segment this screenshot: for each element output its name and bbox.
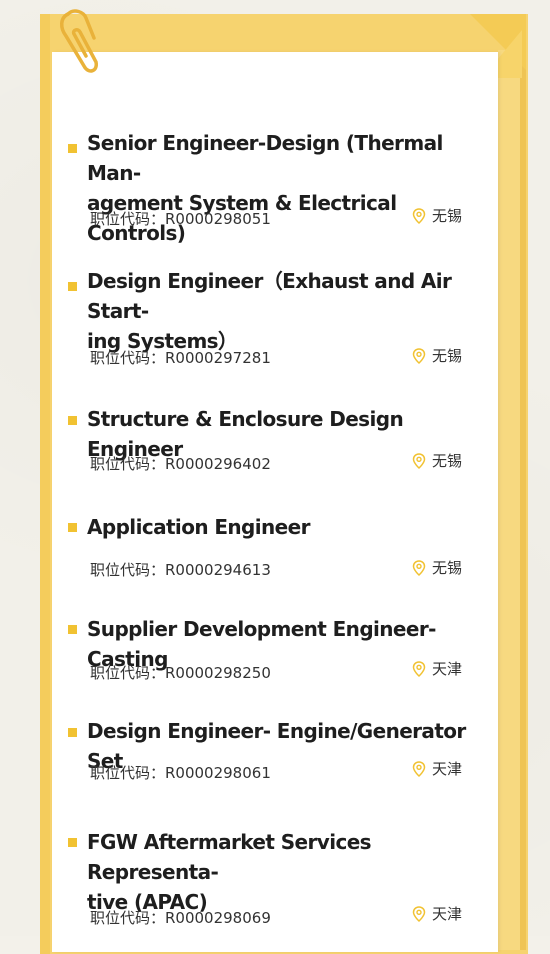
job-location: 无锡 bbox=[412, 345, 462, 366]
bullet-marker bbox=[68, 523, 77, 532]
location-pin-icon bbox=[412, 760, 426, 777]
job-location: 无锡 bbox=[412, 557, 462, 578]
job-location: 天津 bbox=[412, 658, 462, 679]
job-code: 职位代码：R0000298250 bbox=[90, 664, 271, 682]
job-title[interactable]: Senior Engineer-Design (Thermal Man- age… bbox=[87, 128, 482, 248]
bullet-marker bbox=[68, 838, 77, 847]
frame-left-edge bbox=[40, 14, 50, 954]
job-location: 天津 bbox=[412, 758, 462, 779]
job-location: 天津 bbox=[412, 903, 462, 924]
location-pin-icon bbox=[412, 660, 426, 677]
job-title-line: FGW Aftermarket Services Representa- bbox=[87, 830, 372, 884]
job-location-label: 天津 bbox=[432, 905, 463, 923]
location-pin-icon bbox=[412, 559, 426, 576]
location-pin-icon bbox=[412, 452, 426, 469]
job-location-label: 无锡 bbox=[432, 559, 463, 577]
job-location-label: 天津 bbox=[432, 760, 463, 778]
job-location: 无锡 bbox=[412, 450, 462, 471]
frame-right-shadow bbox=[520, 55, 526, 950]
job-code: 职位代码：R0000298061 bbox=[90, 764, 271, 782]
bullet-marker bbox=[68, 625, 77, 634]
bullet-marker bbox=[68, 416, 77, 425]
job-code: 职位代码：R0000297281 bbox=[90, 349, 271, 367]
job-code: 职位代码：R0000296402 bbox=[90, 455, 271, 473]
location-pin-icon bbox=[412, 347, 426, 364]
bullet-marker bbox=[68, 728, 77, 737]
job-title[interactable]: Design Engineer（Exhaust and Air Start- i… bbox=[87, 266, 482, 356]
bullet-marker bbox=[68, 282, 77, 291]
job-code: 职位代码：R0000294613 bbox=[90, 561, 271, 579]
location-pin-icon bbox=[412, 905, 426, 922]
job-title-line: Application Engineer bbox=[87, 515, 310, 539]
job-location: 无锡 bbox=[412, 205, 462, 226]
job-code: 职位代码：R0000298069 bbox=[90, 909, 271, 927]
paperclip-icon bbox=[60, 9, 98, 73]
job-location-label: 天津 bbox=[432, 660, 463, 678]
job-title-line: Senior Engineer-Design (Thermal Man- bbox=[87, 131, 443, 185]
job-title-line: Design Engineer（Exhaust and Air Start- bbox=[87, 269, 452, 323]
job-location-label: 无锡 bbox=[432, 207, 463, 225]
job-location-label: 无锡 bbox=[432, 452, 463, 470]
bullet-marker bbox=[68, 144, 77, 153]
job-code: 职位代码：R0000298051 bbox=[90, 210, 271, 228]
job-title[interactable]: Application Engineer bbox=[87, 512, 482, 542]
job-location-label: 无锡 bbox=[432, 347, 463, 365]
location-pin-icon bbox=[412, 207, 426, 224]
